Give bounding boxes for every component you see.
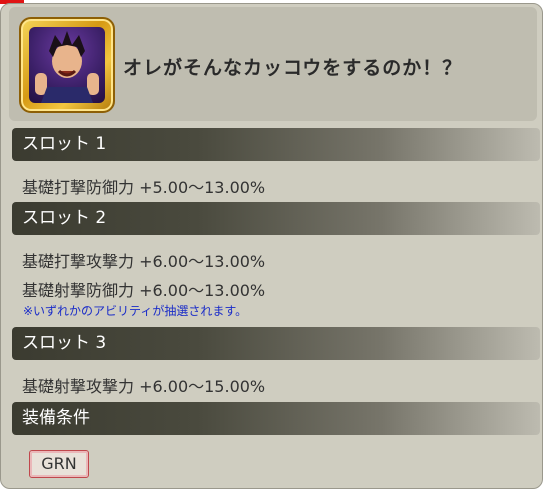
- portrait-frame[interactable]: [19, 17, 115, 113]
- equip-condition-header: 装備条件: [12, 402, 540, 435]
- slot-3-ability-1: 基礎射撃攻撃力 +6.00〜15.00%: [22, 377, 266, 396]
- unit-info-panel: オレがそんなカッコウをするのか！？ スロット 1 基礎打撃防御力 +5.00〜1…: [0, 3, 543, 489]
- slot-1-header: スロット 1: [12, 128, 540, 161]
- slot-2-header: スロット 2: [12, 202, 540, 235]
- slot-2-ability-1: 基礎打撃攻撃力 +6.00〜13.00%: [22, 252, 266, 271]
- slot-3-header: スロット 3: [12, 327, 540, 360]
- slot-2-lottery-note: ※いずれかのアビリティが抽選されます。: [23, 304, 248, 318]
- page-title: オレがそんなカッコウをするのか！？: [123, 57, 463, 79]
- character-portrait-icon: [29, 27, 105, 103]
- header-section: オレがそんなカッコウをするのか！？: [9, 7, 537, 121]
- slot-1-ability-1: 基礎打撃防御力 +5.00〜13.00%: [22, 178, 266, 197]
- slot-2-ability-2: 基礎射撃防御力 +6.00〜13.00%: [22, 281, 266, 300]
- class-tag-grn[interactable]: GRN: [29, 450, 89, 478]
